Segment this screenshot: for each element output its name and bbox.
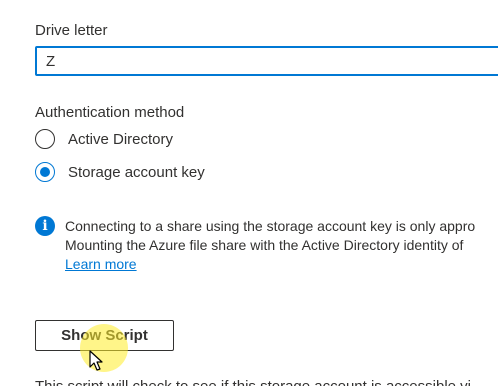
drive-letter-input[interactable] [35, 46, 498, 76]
radio-option-active-directory[interactable]: Active Directory [35, 127, 173, 151]
mouse-pointer-icon [89, 350, 103, 371]
info-message: Connecting to a share using the storage … [65, 217, 475, 274]
radio-dot [40, 167, 50, 177]
radio-checked-icon[interactable] [35, 162, 55, 182]
info-message-line-1: Connecting to a share using the storage … [65, 218, 476, 234]
radio-label-storage-account-key: Storage account key [68, 163, 205, 181]
radio-option-storage-account-key[interactable]: Storage account key [35, 160, 205, 184]
info-icon: i [35, 216, 55, 236]
show-script-button[interactable]: Show Script [35, 320, 174, 351]
info-message-line-2: Mounting the Azure file share with the A… [65, 237, 464, 253]
learn-more-link[interactable]: Learn more [65, 255, 137, 274]
script-description-text: This script will check to see if this st… [35, 378, 471, 386]
mount-file-share-panel: Drive letter Authentication method Activ… [0, 0, 498, 386]
drive-letter-label: Drive letter [35, 22, 108, 39]
radio-label-active-directory: Active Directory [68, 130, 174, 148]
radio-unchecked-icon[interactable] [35, 129, 55, 149]
authentication-method-label: Authentication method [35, 104, 185, 121]
